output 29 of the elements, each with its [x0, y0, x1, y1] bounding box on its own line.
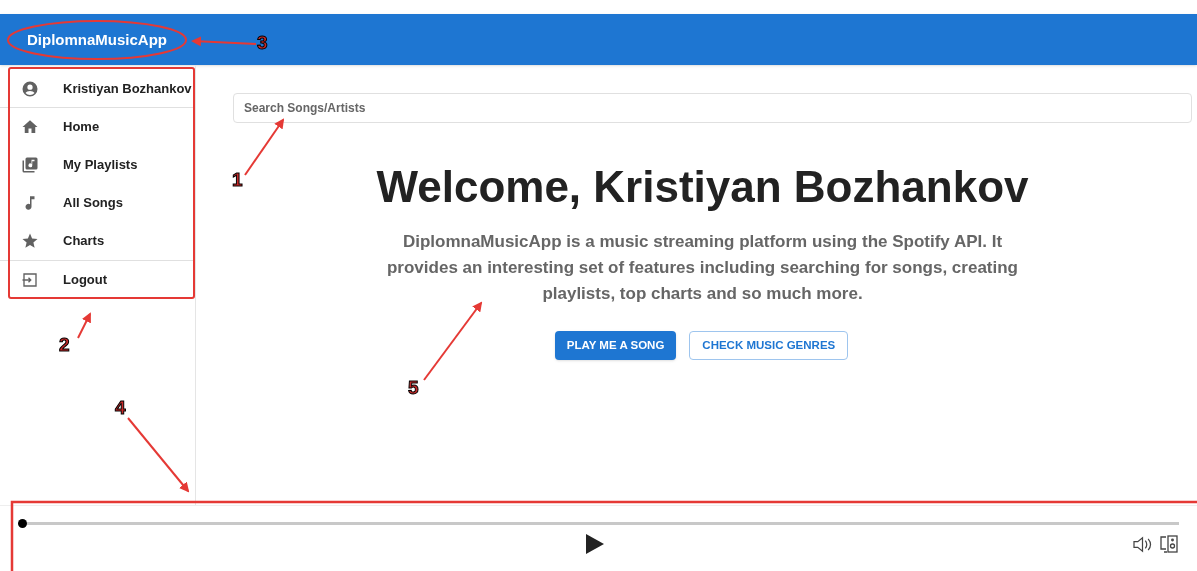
- annotation-arrow: [77, 312, 91, 339]
- welcome-heading: Welcome, Kristiyan Bozhankov: [376, 165, 1029, 209]
- volume-icon[interactable]: [1132, 535, 1153, 553]
- nav-item[interactable]: Logout: [0, 260, 195, 298]
- app-title: DiplomnaMusicApp: [27, 30, 167, 49]
- annotation-number: 2: [59, 335, 70, 354]
- genres-button[interactable]: CHECK MUSIC GENRES: [689, 331, 849, 360]
- annotation-arrow: [191, 36, 257, 47]
- annotation-number: 4: [115, 398, 126, 417]
- logout-icon: [21, 270, 39, 289]
- annotation-number: 1: [232, 170, 243, 189]
- speaker-device-icon[interactable]: [1159, 534, 1179, 554]
- home-icon: [21, 118, 39, 136]
- account-icon: [21, 79, 39, 98]
- annotation-number: 5: [408, 378, 419, 397]
- nav-item[interactable]: All Songs: [0, 184, 195, 222]
- play-icon[interactable]: [585, 533, 605, 555]
- nav-item[interactable]: Kristiyan Bozhankov: [0, 70, 195, 108]
- progress-thumb[interactable]: [18, 519, 27, 528]
- nav-item[interactable]: Home: [0, 108, 195, 146]
- search-field[interactable]: Search Songs/Artists: [233, 93, 1192, 123]
- playlist-icon: [21, 156, 39, 174]
- nav-item[interactable]: Charts: [0, 222, 195, 260]
- star-icon: [21, 232, 39, 250]
- play-song-button[interactable]: PLAY ME A SONG: [554, 331, 677, 360]
- annotation-number: 3: [257, 33, 268, 52]
- app-description: DiplomnaMusicApp is a music streaming platform using the Spotify API. It provides an interesting set of features including searching for songs, creating playlists, top charts and so much more.: [386, 231, 1019, 305]
- annotation-arrow: [244, 118, 285, 176]
- nav-item[interactable]: My Playlists: [0, 146, 195, 184]
